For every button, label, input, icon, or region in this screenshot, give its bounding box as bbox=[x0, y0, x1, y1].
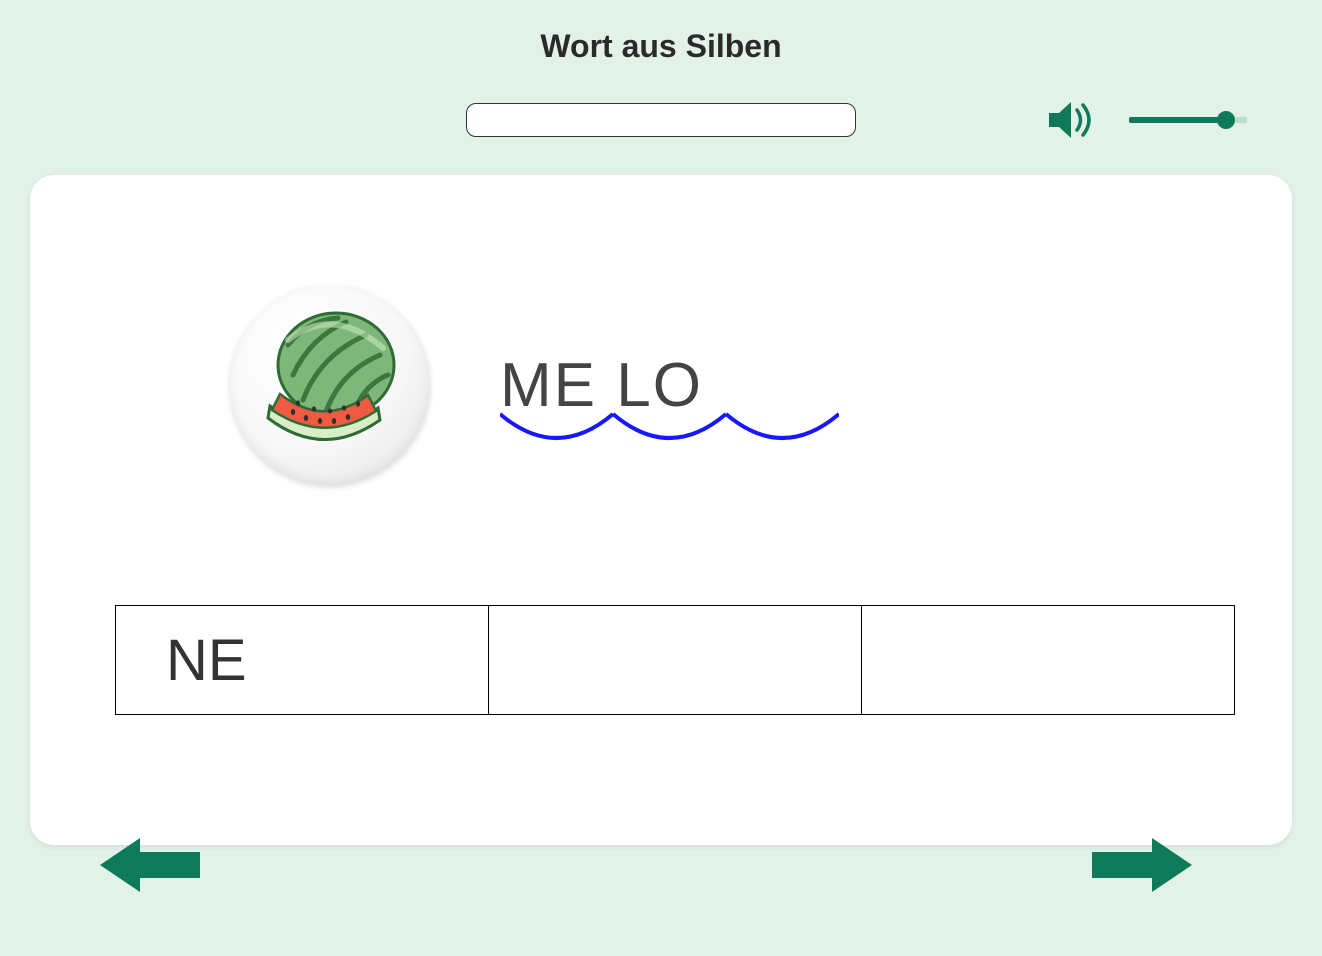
arrow-right-icon bbox=[1092, 834, 1192, 896]
word-row: ME LO bbox=[230, 285, 1242, 485]
syllable-option-1[interactable] bbox=[489, 606, 862, 714]
syllable-option-0[interactable]: NE bbox=[116, 606, 489, 714]
page-title: Wort aus Silben bbox=[0, 0, 1322, 65]
next-button[interactable] bbox=[1092, 834, 1192, 896]
syllable-arcs bbox=[500, 412, 839, 452]
syllable-options: NE bbox=[115, 605, 1235, 715]
toolbar bbox=[0, 95, 1322, 145]
volume-track-fill bbox=[1129, 117, 1225, 123]
word-display[interactable]: ME LO bbox=[500, 350, 703, 421]
exercise-card: ME LO NE bbox=[30, 175, 1292, 845]
word-image[interactable] bbox=[230, 285, 430, 485]
word-text: ME LO bbox=[500, 350, 703, 421]
speaker-icon[interactable] bbox=[1047, 99, 1099, 141]
prev-button[interactable] bbox=[100, 834, 200, 896]
sound-controls bbox=[1047, 99, 1247, 141]
volume-slider[interactable] bbox=[1129, 110, 1247, 130]
syllable-option-2[interactable] bbox=[862, 606, 1234, 714]
watermelon-icon bbox=[248, 300, 413, 470]
volume-thumb[interactable] bbox=[1217, 111, 1235, 129]
arrow-left-icon bbox=[100, 834, 200, 896]
answer-input[interactable] bbox=[466, 103, 856, 137]
